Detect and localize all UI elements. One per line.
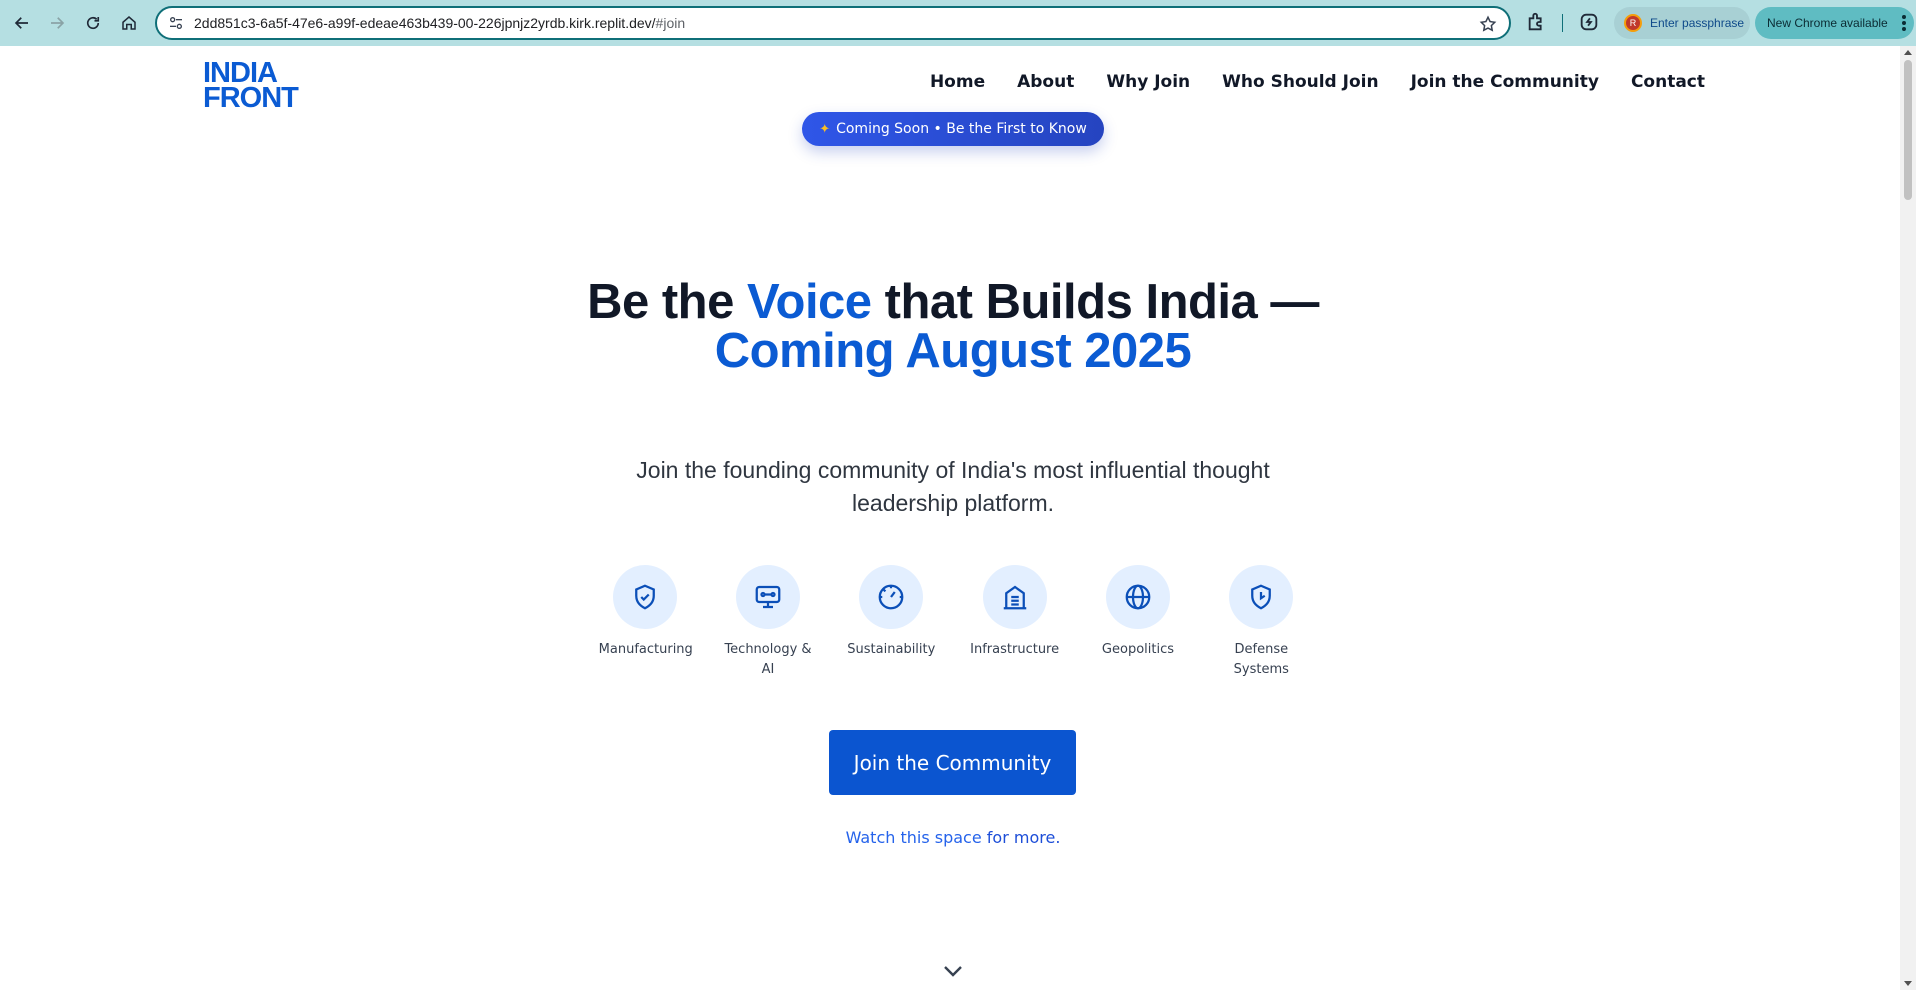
site-settings-icon[interactable] xyxy=(168,15,184,31)
headline-part-1: Be the xyxy=(587,275,747,329)
extensions-icon[interactable] xyxy=(1526,11,1548,33)
web-page: INDIA FRONT Home About Why Join Who Shou… xyxy=(0,46,1900,990)
topic-label: Manufacturing xyxy=(598,642,693,657)
watch-this-space-text: Watch this space for more. xyxy=(0,828,1906,847)
url-hash: #join xyxy=(655,15,686,31)
gauge-icon xyxy=(859,565,924,629)
topic-sustainability: Sustainability xyxy=(830,565,953,680)
url-main: 2dd851c3-6a5f-47e6-a99f-edeae463b439-00-… xyxy=(194,15,656,31)
nav-contact[interactable]: Contact xyxy=(1631,72,1705,92)
extension-sync-icon[interactable] xyxy=(1578,11,1600,33)
building-icon xyxy=(982,565,1047,629)
chrome-update-button[interactable]: New Chrome available xyxy=(1755,7,1914,39)
url-text: 2dd851c3-6a5f-47e6-a99f-edeae463b439-00-… xyxy=(194,15,685,31)
page-scrollbar[interactable] xyxy=(1900,46,1916,990)
main-navigation: Home About Why Join Who Should Join Join… xyxy=(930,72,1705,92)
topic-manufacturing: Manufacturing xyxy=(583,565,706,680)
shield-check-icon xyxy=(612,565,677,629)
forward-button[interactable] xyxy=(40,6,74,40)
india-front-logo[interactable]: INDIA FRONT xyxy=(203,59,303,114)
nav-who-should-join[interactable]: Who Should Join xyxy=(1222,72,1378,92)
enter-passphrase-button[interactable]: R Enter passphrase xyxy=(1614,7,1750,39)
scroll-up-arrow-icon[interactable] xyxy=(1904,50,1912,55)
chevron-down-icon[interactable] xyxy=(942,964,964,978)
scroll-down-arrow-icon[interactable] xyxy=(1904,981,1912,986)
toolbar-divider xyxy=(1562,14,1563,32)
badge-text: Coming Soon • Be the First to Know xyxy=(836,121,1087,137)
headline-part-2: that Builds India — xyxy=(871,275,1320,329)
join-community-button[interactable]: Join the Community xyxy=(829,730,1076,795)
back-button[interactable] xyxy=(5,6,39,40)
home-icon xyxy=(122,16,136,30)
topic-infrastructure: Infrastructure xyxy=(953,565,1076,680)
hero-headline: Be the Voice that Builds India — Coming … xyxy=(0,278,1906,376)
nav-why-join[interactable]: Why Join xyxy=(1106,72,1190,92)
nav-join-community[interactable]: Join the Community xyxy=(1411,72,1599,92)
headline-highlight-date: Coming August 2025 xyxy=(714,324,1192,378)
hero-subtitle: Join the founding community of India's m… xyxy=(636,457,1270,516)
coming-soon-badge: ✦ Coming Soon • Be the First to Know xyxy=(802,112,1104,146)
topic-icons-row: Manufacturing Technology & AI Sustainabi… xyxy=(583,565,1323,680)
home-button[interactable] xyxy=(112,6,146,40)
topic-label: Sustainability xyxy=(847,642,936,657)
bookmark-star-icon[interactable] xyxy=(1479,15,1497,33)
watch-text-part-1: Watch this space xyxy=(845,828,987,847)
topic-label: Infrastructure xyxy=(970,642,1060,657)
profile-avatar: R xyxy=(1624,14,1642,32)
arrow-left-icon xyxy=(14,17,28,29)
shield-icon xyxy=(1229,565,1294,629)
topic-label: Geopolitics xyxy=(1101,642,1175,657)
nav-home[interactable]: Home xyxy=(930,72,985,92)
topic-technology-ai: Technology & AI xyxy=(706,565,829,680)
browser-toolbar: 2dd851c3-6a5f-47e6-a99f-edeae463b439-00-… xyxy=(0,0,1916,46)
reload-icon xyxy=(86,16,100,30)
globe-icon xyxy=(1105,565,1170,629)
address-bar[interactable]: 2dd851c3-6a5f-47e6-a99f-edeae463b439-00-… xyxy=(155,6,1511,40)
arrow-right-icon xyxy=(51,17,65,29)
sparkle-icon: ✦ xyxy=(819,121,831,137)
passphrase-label: Enter passphrase xyxy=(1650,16,1745,30)
scrollbar-thumb[interactable] xyxy=(1904,60,1912,200)
topic-label: Technology & AI xyxy=(724,642,812,677)
nav-about[interactable]: About xyxy=(1017,72,1074,92)
topic-defense-systems: Defense Systems xyxy=(1200,565,1323,680)
reload-button[interactable] xyxy=(76,6,110,40)
headline-highlight-voice: Voice xyxy=(746,275,872,329)
topic-geopolitics: Geopolitics xyxy=(1076,565,1199,680)
watch-text-part-2: for more. xyxy=(986,828,1061,847)
logo-line-2: FRONT xyxy=(203,82,299,114)
more-menu-icon[interactable] xyxy=(1902,15,1906,31)
monitor-icon xyxy=(735,565,800,629)
topic-label: Defense Systems xyxy=(1233,642,1289,677)
update-label: New Chrome available xyxy=(1767,16,1888,30)
